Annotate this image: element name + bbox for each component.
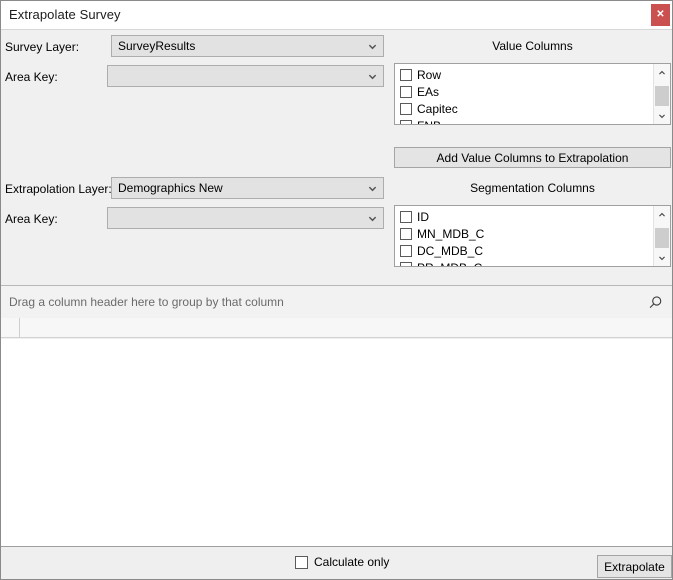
- grid-group-panel-hint: Drag a column header here to group by th…: [9, 295, 284, 309]
- extrapolation-layer-combo[interactable]: Demographics New: [111, 177, 384, 199]
- list-item-label: Capitec: [417, 101, 458, 116]
- list-item-label: EAs: [417, 84, 440, 99]
- configuration-panel: Survey Layer: SurveyResults Area Key: Va…: [1, 30, 672, 285]
- scroll-down-icon[interactable]: [654, 107, 670, 124]
- extrapolate-button[interactable]: Extrapolate: [597, 555, 672, 578]
- checkbox-icon[interactable]: [400, 244, 412, 257]
- checkbox-icon[interactable]: [295, 555, 308, 569]
- survey-area-key-label: Area Key:: [5, 70, 58, 84]
- list-item[interactable]: FNB: [395, 117, 653, 125]
- close-glyph: ✕: [656, 9, 665, 20]
- list-item[interactable]: ID: [395, 208, 653, 225]
- chevron-down-icon: [361, 42, 383, 51]
- checkbox-icon[interactable]: [400, 261, 412, 266]
- calculate-only-checkbox[interactable]: Calculate only: [295, 555, 389, 569]
- list-item[interactable]: MN_MDB_C: [395, 225, 653, 242]
- segmentation-columns-title: Segmentation Columns: [470, 181, 595, 195]
- scroll-up-icon[interactable]: [654, 206, 670, 223]
- list-item-label: PR_MDB_C: [417, 261, 482, 267]
- extrapolate-survey-dialog: Extrapolate Survey ✕ Survey Layer: Surve…: [0, 0, 673, 580]
- checkbox-icon[interactable]: [400, 227, 412, 240]
- list-item-label: MN_MDB_C: [417, 226, 485, 241]
- list-item[interactable]: PR_MDB_C: [395, 259, 653, 267]
- scrollbar-thumb[interactable]: [655, 228, 669, 248]
- scrollbar-thumb[interactable]: [655, 86, 669, 106]
- list-item-label: ID: [417, 209, 429, 224]
- add-value-columns-button[interactable]: Add Value Columns to Extrapolation: [394, 147, 671, 168]
- footer-bar: Calculate only Extrapolate: [1, 547, 672, 579]
- extrapolation-layer-value: Demographics New: [118, 181, 223, 195]
- segmentation-columns-items: ID MN_MDB_C DC_MDB_C PR_MDB_C: [395, 206, 653, 266]
- list-item[interactable]: Row: [395, 66, 653, 83]
- value-columns-title: Value Columns: [492, 39, 573, 53]
- list-item-label: FNB: [417, 119, 441, 125]
- value-columns-items: Row EAs Capitec FNB: [395, 64, 653, 124]
- chevron-down-icon: [361, 214, 383, 223]
- grid-empty-column-header[interactable]: [20, 318, 672, 337]
- scroll-down-icon[interactable]: [654, 249, 670, 266]
- extrapolation-area-key-combo[interactable]: [107, 207, 384, 229]
- checkbox-icon[interactable]: [400, 119, 412, 124]
- scroll-up-icon[interactable]: [654, 64, 670, 81]
- checkbox-icon[interactable]: [400, 85, 412, 98]
- survey-area-key-combo[interactable]: [107, 65, 384, 87]
- chevron-down-icon: [361, 184, 383, 193]
- list-item-label: DC_MDB_C: [417, 243, 484, 258]
- chevron-down-icon: [361, 72, 383, 81]
- segmentation-columns-scrollbar[interactable]: [653, 206, 670, 266]
- title-bar: Extrapolate Survey ✕: [1, 1, 672, 30]
- grid-body[interactable]: [1, 339, 672, 546]
- extrapolation-area-key-label: Area Key:: [5, 212, 58, 226]
- list-item[interactable]: Capitec: [395, 100, 653, 117]
- value-columns-listbox[interactable]: Row EAs Capitec FNB: [394, 63, 671, 125]
- list-item[interactable]: EAs: [395, 83, 653, 100]
- value-columns-scrollbar[interactable]: [653, 64, 670, 124]
- list-item[interactable]: DC_MDB_C: [395, 242, 653, 259]
- survey-layer-value: SurveyResults: [118, 39, 196, 53]
- grid-group-panel[interactable]: Drag a column header here to group by th…: [1, 286, 672, 319]
- checkbox-icon[interactable]: [400, 102, 412, 115]
- calculate-only-label: Calculate only: [314, 555, 390, 569]
- segmentation-columns-listbox[interactable]: ID MN_MDB_C DC_MDB_C PR_MDB_C: [394, 205, 671, 267]
- list-item-label: Row: [417, 67, 442, 82]
- grid-column-header-row[interactable]: [1, 318, 672, 338]
- page-title: Extrapolate Survey: [9, 7, 121, 22]
- extrapolation-layer-label: Extrapolation Layer:: [5, 182, 112, 196]
- checkbox-icon[interactable]: [400, 68, 412, 81]
- close-icon[interactable]: ✕: [651, 4, 670, 26]
- search-icon[interactable]: [644, 291, 666, 313]
- grid-row-indicator-column: [1, 318, 20, 337]
- survey-layer-label: Survey Layer:: [5, 40, 80, 54]
- survey-layer-combo[interactable]: SurveyResults: [111, 35, 384, 57]
- checkbox-icon[interactable]: [400, 210, 412, 223]
